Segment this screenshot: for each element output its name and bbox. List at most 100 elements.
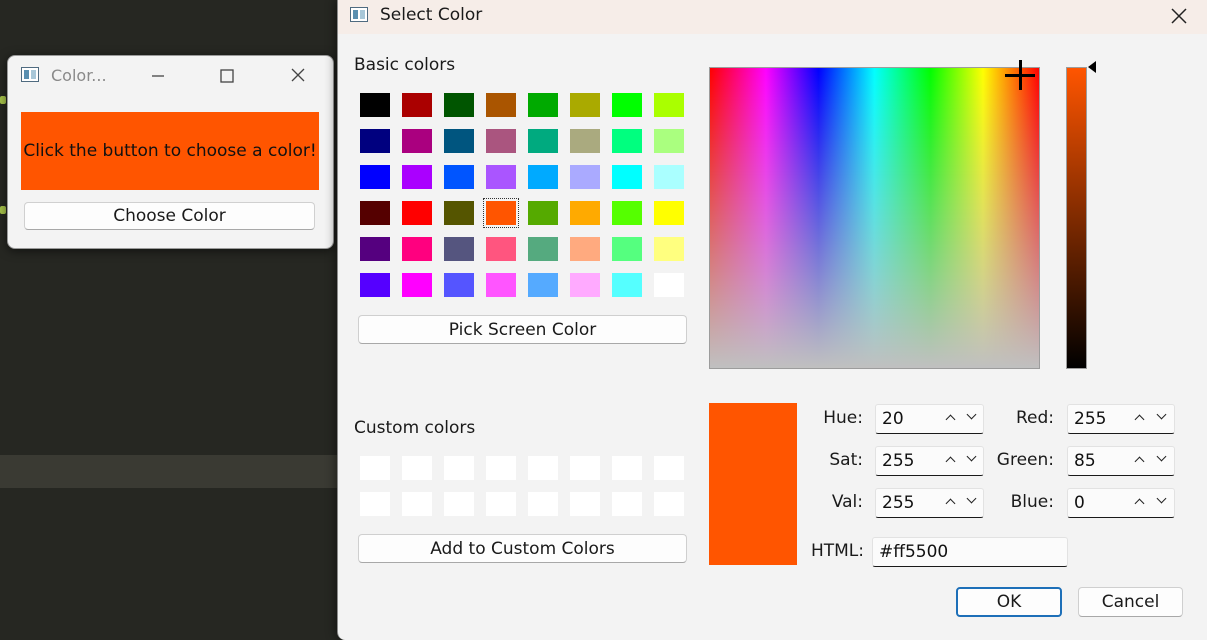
basic-color-swatch[interactable] — [486, 165, 516, 189]
minimize-button[interactable] — [151, 64, 165, 86]
custom-color-swatch[interactable] — [654, 492, 684, 516]
basic-color-swatch[interactable] — [444, 165, 474, 189]
sat-value[interactable]: 255 — [882, 451, 914, 471]
chevron-up-icon[interactable] — [945, 414, 956, 425]
basic-color-swatch[interactable] — [402, 165, 432, 189]
basic-color-swatch[interactable] — [612, 165, 642, 189]
custom-color-swatch[interactable] — [528, 492, 558, 516]
basic-color-swatch[interactable] — [570, 273, 600, 297]
basic-color-swatch[interactable] — [360, 237, 390, 261]
basic-color-swatch[interactable] — [654, 93, 684, 117]
basic-color-swatch[interactable] — [486, 93, 516, 117]
blue-value[interactable]: 0 — [1074, 493, 1085, 513]
custom-color-swatch[interactable] — [402, 456, 432, 480]
maximize-button[interactable] — [220, 64, 234, 86]
val-spinbox[interactable]: 255 — [875, 488, 984, 518]
custom-color-swatch[interactable] — [654, 456, 684, 480]
basic-color-swatch[interactable] — [444, 93, 474, 117]
basic-color-swatch[interactable] — [486, 129, 516, 153]
basic-color-swatch[interactable] — [444, 237, 474, 261]
basic-color-swatch[interactable] — [360, 165, 390, 189]
chevron-up-icon[interactable] — [1134, 414, 1145, 425]
red-value[interactable]: 255 — [1074, 409, 1106, 429]
chevron-down-icon[interactable] — [966, 409, 977, 420]
basic-color-swatch[interactable] — [402, 273, 432, 297]
basic-color-swatch[interactable] — [654, 165, 684, 189]
hue-saturation-picker[interactable] — [709, 60, 1040, 369]
basic-color-swatch[interactable] — [570, 201, 600, 225]
basic-color-swatch[interactable] — [612, 201, 642, 225]
basic-color-swatch[interactable] — [612, 93, 642, 117]
basic-color-swatch[interactable] — [654, 129, 684, 153]
add-to-custom-colors-button[interactable]: Add to Custom Colors — [358, 534, 687, 563]
custom-color-swatch[interactable] — [528, 456, 558, 480]
chevron-down-icon[interactable] — [1156, 493, 1167, 504]
custom-color-swatch[interactable] — [444, 456, 474, 480]
chevron-down-icon[interactable] — [966, 451, 977, 462]
basic-color-swatch[interactable] — [483, 198, 519, 228]
basic-color-swatch[interactable] — [402, 201, 432, 225]
custom-color-swatch[interactable] — [486, 492, 516, 516]
chevron-up-icon[interactable] — [1134, 456, 1145, 467]
basic-color-swatch[interactable] — [360, 201, 390, 225]
custom-color-swatch[interactable] — [570, 456, 600, 480]
basic-color-swatch[interactable] — [570, 93, 600, 117]
cancel-button[interactable]: Cancel — [1078, 587, 1183, 617]
html-input[interactable]: #ff5500 — [872, 537, 1068, 567]
basic-color-swatch[interactable] — [486, 237, 516, 261]
custom-color-swatch[interactable] — [360, 492, 390, 516]
chevron-up-icon[interactable] — [1134, 498, 1145, 509]
chevron-down-icon[interactable] — [1156, 409, 1167, 420]
hue-spinbox[interactable]: 20 — [875, 404, 984, 434]
basic-color-swatch[interactable] — [612, 237, 642, 261]
custom-color-swatch[interactable] — [612, 456, 642, 480]
custom-color-swatch[interactable] — [402, 492, 432, 516]
basic-color-swatch[interactable] — [360, 129, 390, 153]
basic-color-swatch[interactable] — [528, 237, 558, 261]
chevron-down-icon[interactable] — [1156, 451, 1167, 462]
chevron-up-icon[interactable] — [945, 456, 956, 467]
custom-color-swatch[interactable] — [612, 492, 642, 516]
basic-color-swatch[interactable] — [444, 129, 474, 153]
chevron-down-icon[interactable] — [966, 493, 977, 504]
ok-button[interactable]: OK — [956, 587, 1062, 617]
close-button[interactable] — [291, 64, 305, 86]
blue-spinbox[interactable]: 0 — [1067, 488, 1175, 518]
chevron-up-icon[interactable] — [945, 498, 956, 509]
basic-color-swatch[interactable] — [570, 165, 600, 189]
hue-value[interactable]: 20 — [882, 409, 904, 429]
custom-color-swatch[interactable] — [360, 456, 390, 480]
custom-color-swatch[interactable] — [570, 492, 600, 516]
basic-color-swatch[interactable] — [528, 93, 558, 117]
basic-color-swatch[interactable] — [444, 201, 474, 225]
red-spinbox[interactable]: 255 — [1067, 404, 1175, 434]
html-value[interactable]: #ff5500 — [879, 542, 948, 562]
value-slider[interactable] — [1066, 67, 1087, 369]
green-value[interactable]: 85 — [1074, 451, 1096, 471]
basic-color-swatch[interactable] — [402, 93, 432, 117]
basic-color-swatch[interactable] — [570, 237, 600, 261]
basic-color-swatch[interactable] — [528, 201, 558, 225]
value-slider-arrow-icon[interactable] — [1088, 61, 1096, 73]
basic-color-swatch[interactable] — [570, 129, 600, 153]
basic-color-swatch[interactable] — [444, 273, 474, 297]
green-spinbox[interactable]: 85 — [1067, 446, 1175, 476]
choose-color-button[interactable]: Choose Color — [24, 202, 315, 230]
basic-color-swatch[interactable] — [360, 273, 390, 297]
basic-color-swatch[interactable] — [528, 273, 558, 297]
basic-color-swatch[interactable] — [402, 237, 432, 261]
pick-screen-color-button[interactable]: Pick Screen Color — [358, 315, 687, 344]
basic-color-swatch[interactable] — [528, 129, 558, 153]
basic-color-swatch[interactable] — [612, 273, 642, 297]
custom-color-swatch[interactable] — [444, 492, 474, 516]
basic-color-swatch[interactable] — [654, 201, 684, 225]
basic-color-swatch[interactable] — [402, 129, 432, 153]
val-value[interactable]: 255 — [882, 493, 914, 513]
basic-color-swatch[interactable] — [486, 273, 516, 297]
basic-color-swatch[interactable] — [612, 129, 642, 153]
basic-color-swatch[interactable] — [528, 165, 558, 189]
basic-color-swatch[interactable] — [654, 273, 684, 297]
basic-color-swatch[interactable] — [360, 93, 390, 117]
dialog-close-button[interactable] — [1170, 6, 1188, 26]
custom-color-swatch[interactable] — [486, 456, 516, 480]
